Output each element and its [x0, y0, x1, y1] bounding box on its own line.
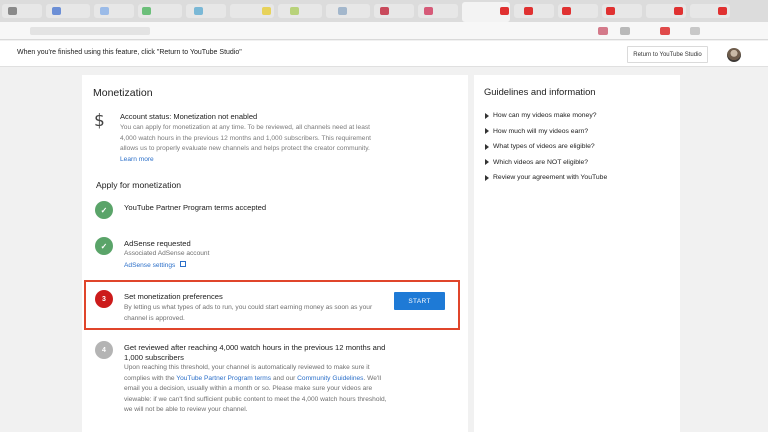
external-link-icon[interactable]	[180, 261, 187, 268]
tab-favicon-icon	[500, 7, 509, 15]
extension-icon[interactable]	[598, 27, 608, 35]
extension-icon[interactable]	[620, 27, 630, 35]
page-title: Monetization	[93, 87, 153, 99]
tab-favicon-icon	[290, 7, 299, 15]
tab-favicon-icon	[142, 7, 151, 15]
tab-favicon-icon	[524, 7, 533, 15]
step-number-badge: 3	[95, 290, 113, 308]
account-status-description: You can apply for monetization at any ti…	[120, 123, 382, 165]
apply-heading: Apply for monetization	[96, 180, 182, 190]
tab-favicon-icon	[718, 7, 727, 15]
step-description: Upon reaching this threshold, your chann…	[124, 363, 394, 416]
tab-favicon-icon	[338, 7, 347, 15]
tab-favicon-icon	[52, 7, 61, 15]
guideline-label: Review your agreement with YouTube	[493, 174, 608, 182]
notice-text: When you're finished using this feature,…	[17, 49, 242, 56]
step-title: YouTube Partner Program terms accepted	[124, 203, 267, 212]
guideline-item[interactable]: How can my videos make money?	[485, 108, 607, 124]
avatar[interactable]	[727, 48, 741, 62]
return-to-studio-button[interactable]: Return to YouTube Studio	[627, 46, 708, 63]
browser-tab[interactable]	[514, 4, 554, 18]
expand-arrow-icon	[485, 159, 489, 166]
tab-favicon-icon	[8, 7, 17, 15]
account-desc-text: You can apply for monetization at any ti…	[120, 124, 371, 152]
step-title: AdSense requested	[124, 239, 191, 248]
tab-favicon-icon	[424, 7, 433, 15]
guideline-label: How much will my videos earn?	[493, 127, 589, 135]
dollar-icon: $	[94, 111, 105, 131]
review-desc-part2: and our	[271, 374, 298, 382]
guideline-item[interactable]: What types of videos are eligible?	[485, 139, 607, 155]
browser-tab[interactable]	[278, 4, 322, 18]
return-notice-bar: When you're finished using this feature,…	[0, 41, 768, 67]
community-guidelines-link[interactable]: Community Guidelines	[297, 375, 363, 382]
adsense-settings-link[interactable]: AdSense settings	[124, 262, 175, 269]
guideline-label: Which videos are NOT eligible?	[493, 158, 589, 166]
guidelines-card: Guidelines and information How can my vi…	[474, 75, 680, 432]
monetization-card: Monetization $ Account status: Monetizat…	[82, 75, 468, 432]
tab-favicon-icon	[674, 7, 683, 15]
step-title: Get reviewed after reaching 4,000 watch …	[124, 343, 386, 362]
tab-favicon-icon	[262, 7, 271, 15]
guideline-label: What types of videos are eligible?	[493, 143, 595, 151]
account-status: Account status: Monetization not enabled	[120, 112, 258, 121]
step-description: By letting us what types of ads to run, …	[124, 304, 373, 322]
tab-favicon-icon	[100, 7, 109, 15]
browser-tab[interactable]	[326, 4, 370, 18]
tab-favicon-icon	[606, 7, 615, 15]
tab-favicon-icon	[194, 7, 203, 15]
step-number-badge: 4	[95, 341, 113, 359]
address-text-blur	[30, 27, 150, 35]
browser-tab-strip	[0, 0, 768, 22]
expand-arrow-icon	[485, 112, 489, 119]
extension-icon[interactable]	[690, 27, 700, 35]
expand-arrow-icon	[485, 174, 489, 181]
start-button[interactable]: START	[394, 292, 445, 310]
adsense-settings-row: AdSense settings	[124, 261, 187, 272]
check-icon: ✓	[95, 237, 113, 255]
guidelines-list: How can my videos make money? How much w…	[485, 108, 607, 186]
adsense-account-line: Associated AdSense account	[124, 250, 210, 257]
expand-arrow-icon	[485, 143, 489, 150]
guideline-item[interactable]: How much will my videos earn?	[485, 124, 607, 140]
ypp-terms-link[interactable]: YouTube Partner Program terms	[176, 375, 271, 382]
guideline-item[interactable]: Which videos are NOT eligible?	[485, 155, 607, 171]
browser-address-bar[interactable]	[0, 22, 768, 40]
extension-icon[interactable]	[660, 27, 670, 35]
guideline-label: How can my videos make money?	[493, 112, 597, 120]
step-title: Set monetization preferences	[124, 292, 223, 301]
expand-arrow-icon	[485, 128, 489, 135]
learn-more-link[interactable]: Learn more	[120, 156, 154, 163]
guideline-item[interactable]: Review your agreement with YouTube	[485, 170, 607, 186]
browser-tab[interactable]	[186, 4, 226, 18]
tab-favicon-icon	[380, 7, 389, 15]
check-icon: ✓	[95, 201, 113, 219]
tab-favicon-icon	[562, 7, 571, 15]
guidelines-title: Guidelines and information	[484, 86, 596, 97]
